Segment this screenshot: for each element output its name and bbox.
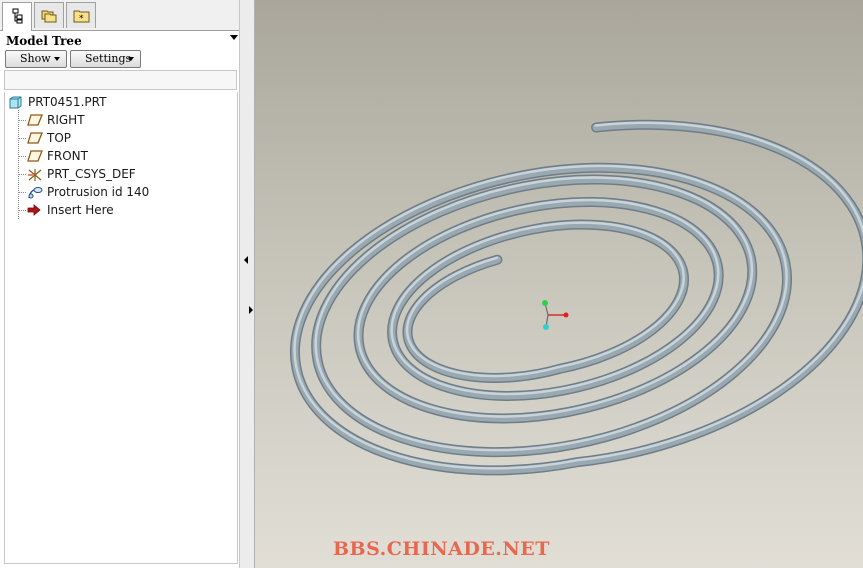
svg-text:*: *	[79, 14, 84, 24]
chevron-down-icon	[128, 57, 134, 61]
tree-connector	[18, 110, 19, 219]
sweep-protrusion-icon	[28, 187, 43, 199]
model-tree: PRT0451.PRT RIGHT TOP FRONT PRT_CSYS_DEF…	[4, 92, 238, 564]
tree-connector	[18, 120, 26, 121]
folders-icon	[41, 10, 57, 23]
tree-item-label: Insert Here	[47, 203, 114, 217]
settings-button[interactable]: Settings	[70, 50, 141, 68]
model-tree-header: Model Tree	[0, 30, 244, 50]
tree-item-label: FRONT	[47, 149, 88, 163]
tree-connector	[18, 138, 26, 139]
datum-plane-icon	[27, 132, 43, 144]
show-button-label: Show	[20, 52, 51, 65]
settings-button-label: Settings	[85, 52, 132, 65]
navigator-tabbar: *	[0, 0, 244, 31]
collapse-left-icon[interactable]	[244, 256, 248, 264]
model-tree-title: Model Tree	[6, 34, 82, 48]
chevron-down-icon	[54, 57, 60, 61]
tree-connector	[18, 192, 26, 193]
panel-splitter[interactable]	[239, 0, 255, 568]
tab-favorites[interactable]: *	[66, 2, 96, 28]
insert-arrow-icon	[27, 204, 41, 216]
tab-folder-browser[interactable]	[34, 2, 64, 28]
tree-item-label: PRT_CSYS_DEF	[47, 167, 136, 181]
tree-item-label: RIGHT	[47, 113, 85, 127]
coordinate-system-icon	[28, 169, 42, 181]
tree-column-header	[4, 70, 237, 90]
tab-model-tree[interactable]	[2, 2, 32, 31]
navigator-panel: * Model Tree Show Settings PRT0451.PRT R…	[0, 0, 244, 568]
tree-item-label: TOP	[47, 131, 72, 145]
show-button[interactable]: Show	[5, 50, 67, 68]
panel-menu-icon[interactable]	[230, 35, 238, 40]
favorites-folder-icon: *	[73, 10, 90, 24]
tree-connector	[18, 174, 26, 175]
spiral-tube-model	[289, 119, 863, 476]
tree-connector	[18, 156, 26, 157]
graphics-window[interactable]: BBS.CHINADE.NET	[255, 0, 863, 568]
tree-structure-icon	[12, 8, 23, 24]
expand-right-icon[interactable]	[249, 306, 253, 314]
watermark-text: BBS.CHINADE.NET	[333, 538, 550, 560]
csys-triad	[542, 300, 569, 330]
part-icon	[9, 96, 22, 109]
tree-item-label: Protrusion id 140	[47, 185, 150, 199]
tree-root-label: PRT0451.PRT	[28, 95, 107, 109]
tree-connector	[18, 210, 26, 211]
datum-plane-icon	[27, 150, 43, 162]
datum-plane-icon	[27, 114, 43, 126]
